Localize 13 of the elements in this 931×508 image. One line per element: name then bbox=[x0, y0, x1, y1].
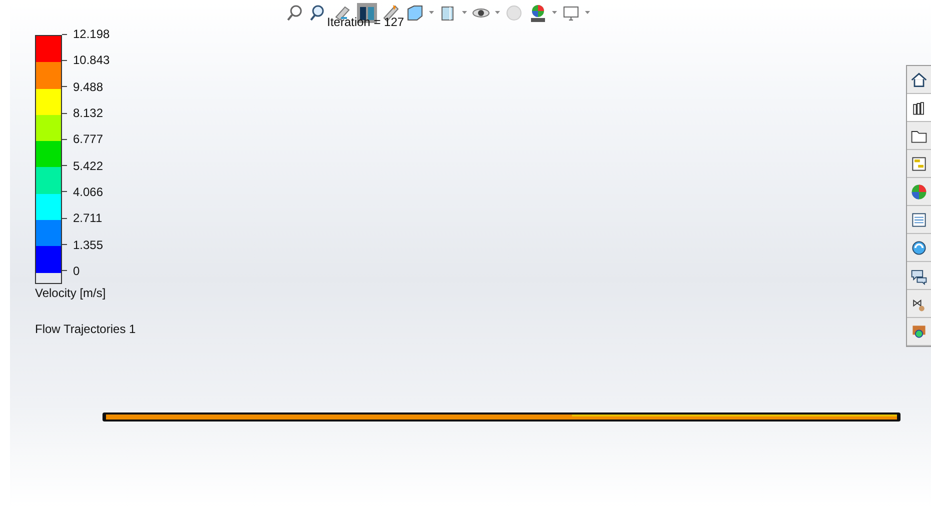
scale-value: 9.488 bbox=[73, 80, 104, 93]
scale-value: 0 bbox=[73, 264, 80, 277]
plot-name: Flow Trajectories 1 bbox=[35, 322, 136, 336]
iteration-label: Iteration = 127 bbox=[327, 15, 404, 29]
scale-value: 10.843 bbox=[73, 54, 110, 66]
scale-value: 12.198 bbox=[73, 28, 110, 40]
legend-title: Velocity [m/s] bbox=[35, 286, 107, 300]
scale-value: 6.777 bbox=[73, 133, 104, 146]
scale-value: 2.711 bbox=[73, 212, 102, 224]
scale-value: 1.355 bbox=[73, 238, 104, 251]
scale-value: 8.132 bbox=[73, 107, 104, 120]
scale-value: 4.066 bbox=[73, 186, 104, 198]
scale-value: 5.422 bbox=[73, 160, 104, 172]
